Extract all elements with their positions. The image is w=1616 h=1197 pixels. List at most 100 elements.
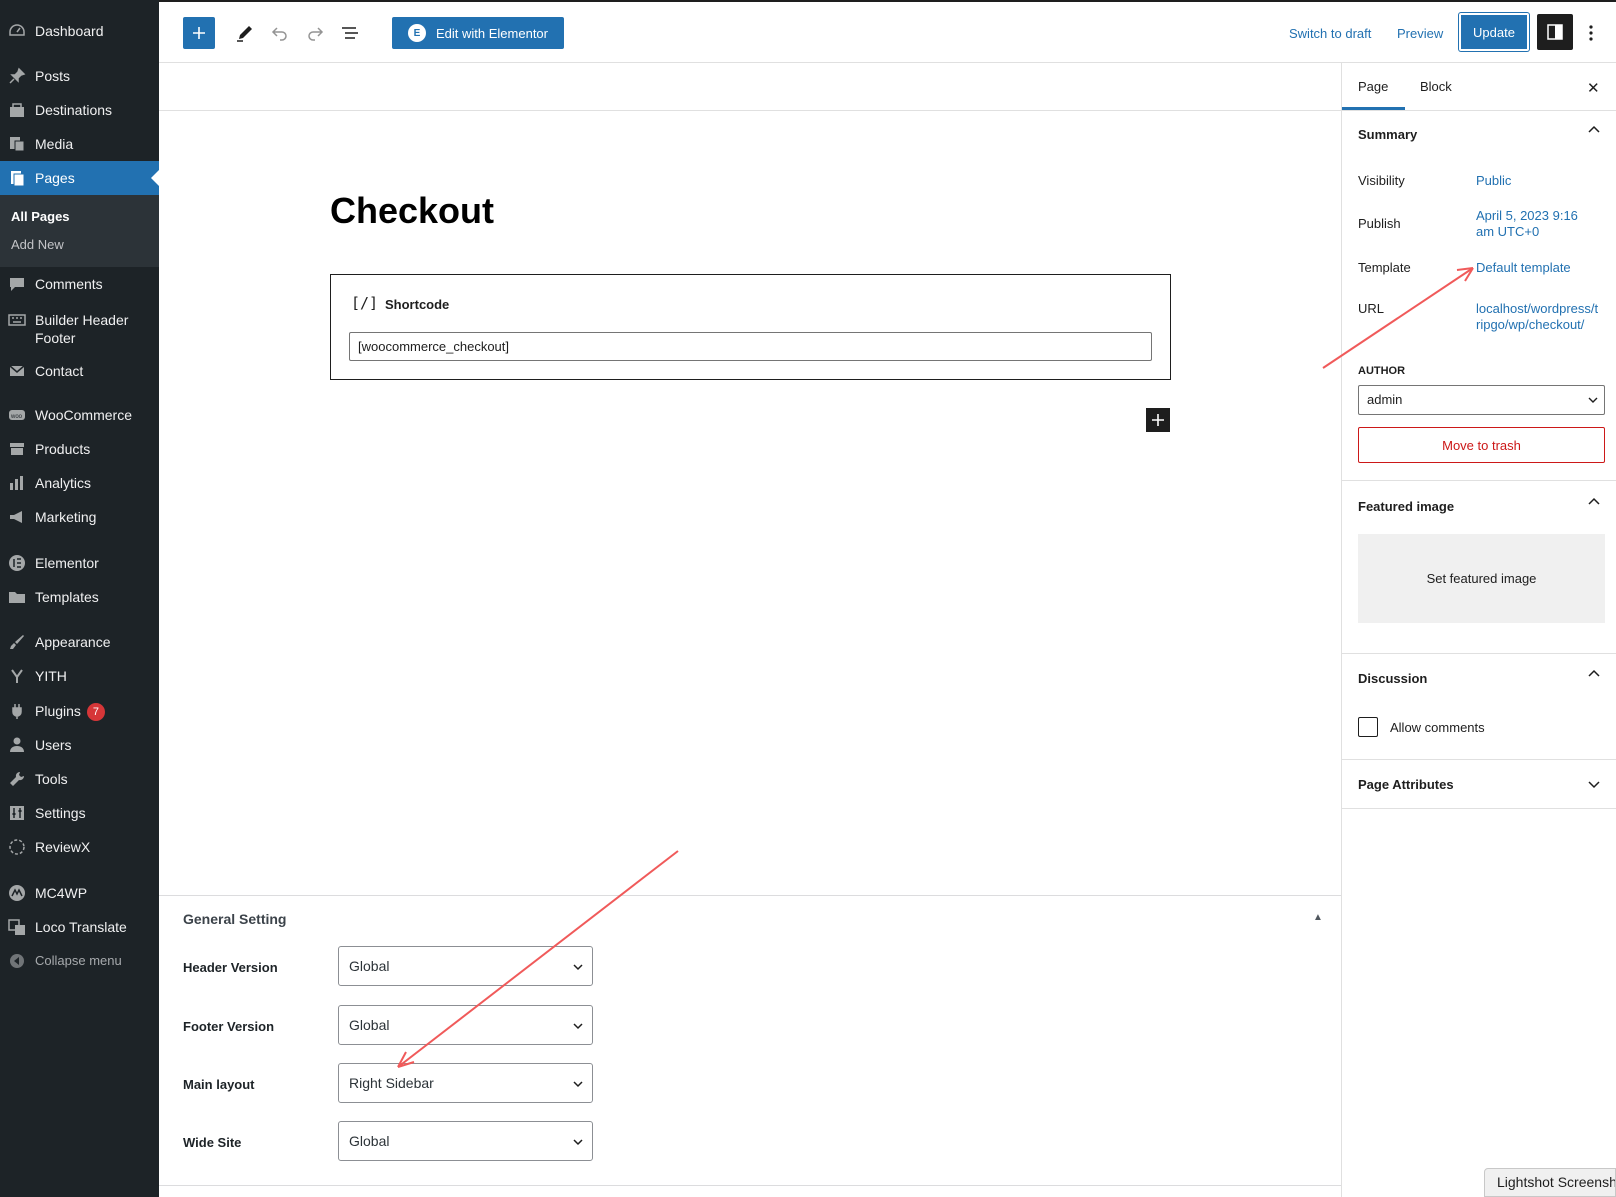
menu-builder-header-footer[interactable]: Builder Header Footer: [0, 305, 159, 351]
menu-settings[interactable]: Settings: [0, 796, 159, 830]
menu-analytics[interactable]: Analytics: [0, 466, 159, 500]
chevron-up-icon[interactable]: [1587, 495, 1601, 509]
menu-label: Products: [35, 441, 91, 457]
menu-label: Settings: [35, 805, 86, 821]
undo-button[interactable]: [264, 17, 296, 49]
wide-site-label: Wide Site: [183, 1135, 242, 1150]
submenu-add-new[interactable]: Add New: [11, 237, 64, 252]
page-attributes-heading[interactable]: Page Attributes: [1358, 777, 1454, 792]
collapse-triangle-icon[interactable]: ▲: [1313, 912, 1323, 923]
wide-site-select[interactable]: Global: [338, 1121, 593, 1161]
redo-button[interactable]: [299, 17, 331, 49]
translate-icon: [8, 918, 26, 936]
lightshot-overlay-tab[interactable]: Lightshot Screenshot: [1484, 1168, 1616, 1197]
chevron-down-icon: [573, 1023, 583, 1030]
plus-icon: [1152, 414, 1164, 426]
plugins-label: Plugins: [35, 702, 81, 719]
menu-pages[interactable]: Pages: [0, 161, 159, 195]
main-layout-select[interactable]: Right Sidebar: [338, 1063, 593, 1103]
allow-comments-label: Allow comments: [1390, 720, 1485, 735]
reviewx-icon: [8, 838, 26, 856]
menu-label: Plugins 7: [35, 702, 105, 721]
allow-comments-checkbox[interactable]: [1358, 717, 1378, 737]
menu-products[interactable]: Products: [0, 432, 159, 466]
summary-heading[interactable]: Summary: [1358, 127, 1417, 142]
menu-label: Templates: [35, 589, 99, 605]
footer-version-label: Footer Version: [183, 1019, 275, 1034]
close-icon[interactable]: ✕: [1587, 79, 1600, 97]
menu-label: Destinations: [35, 102, 113, 118]
shortcode-block-label: Shortcode: [385, 297, 450, 312]
active-indicator: [151, 170, 159, 186]
pages-submenu: All Pages Add New: [0, 195, 159, 267]
menu-destinations[interactable]: Destinations: [0, 93, 159, 127]
chevron-up-icon[interactable]: [1587, 123, 1601, 137]
add-block-button[interactable]: [1146, 408, 1170, 432]
set-featured-image-button[interactable]: Set featured image: [1358, 534, 1605, 623]
edit-with-elementor-label: Edit with Elementor: [436, 25, 548, 41]
submenu-all-pages[interactable]: All Pages: [11, 209, 70, 224]
pages-icon: [8, 169, 26, 187]
menu-loco-translate[interactable]: Loco Translate: [0, 910, 159, 944]
settings-icon: [8, 804, 26, 822]
menu-tools[interactable]: Tools: [0, 762, 159, 796]
menu-dashboard[interactable]: Dashboard: [0, 14, 159, 48]
author-value: admin: [1367, 392, 1403, 407]
shortcode-input[interactable]: [woocommerce_checkout]: [349, 332, 1152, 361]
tools-button[interactable]: [229, 17, 261, 49]
url-value[interactable]: localhost/wordpress/tripgo/wp/checkout/: [1476, 301, 1600, 333]
menu-users[interactable]: Users: [0, 728, 159, 762]
template-label: Template: [1358, 260, 1411, 275]
edit-with-elementor-button[interactable]: E Edit with Elementor: [392, 17, 564, 49]
preview-button[interactable]: Preview: [1397, 26, 1443, 41]
featured-image-heading[interactable]: Featured image: [1358, 499, 1454, 514]
page-title[interactable]: Checkout: [330, 190, 494, 232]
publish-date-value[interactable]: April 5, 2023 9:16 am UTC+0: [1476, 208, 1586, 240]
shortcode-block[interactable]: [/] Shortcode [woocommerce_checkout]: [330, 274, 1171, 380]
menu-elementor[interactable]: Elementor: [0, 546, 159, 580]
update-button[interactable]: Update: [1459, 13, 1529, 51]
switch-to-draft-button[interactable]: Switch to draft: [1289, 26, 1371, 41]
author-label: AUTHOR: [1358, 365, 1406, 377]
tab-page[interactable]: Page: [1358, 79, 1388, 94]
chevron-up-icon[interactable]: [1587, 667, 1601, 681]
collapse-menu-button[interactable]: Collapse menu: [0, 944, 159, 978]
destinations-icon: [8, 101, 26, 119]
tab-block[interactable]: Block: [1420, 79, 1452, 94]
block-inserter-button[interactable]: [183, 17, 215, 49]
menu-media[interactable]: Media: [0, 127, 159, 161]
menu-contact[interactable]: Contact: [0, 354, 159, 388]
menu-woocommerce[interactable]: woo WooCommerce: [0, 398, 159, 432]
discussion-heading[interactable]: Discussion: [1358, 671, 1427, 686]
author-select[interactable]: admin: [1358, 385, 1605, 415]
menu-posts[interactable]: Posts: [0, 59, 159, 93]
menu-plugins[interactable]: Plugins 7: [0, 694, 159, 728]
menu-marketing[interactable]: Marketing: [0, 500, 159, 534]
collapse-icon: [8, 952, 26, 970]
chevron-down-icon[interactable]: [1587, 777, 1601, 791]
document-overview-button[interactable]: [334, 17, 366, 49]
main-layout-value: Right Sidebar: [349, 1075, 434, 1091]
menu-mc4wp[interactable]: MC4WP: [0, 876, 159, 910]
menu-yith[interactable]: YITH: [0, 659, 159, 693]
more-vertical-icon: [1589, 25, 1593, 41]
attributes-divider: [1342, 808, 1616, 809]
menu-reviewx[interactable]: ReviewX: [0, 830, 159, 864]
elementor-icon: E: [408, 24, 426, 42]
visibility-label: Visibility: [1358, 173, 1405, 188]
menu-label: Loco Translate: [35, 919, 127, 935]
media-icon: [8, 135, 26, 153]
header-version-select[interactable]: Global: [338, 946, 593, 986]
settings-sidebar-toggle[interactable]: [1537, 14, 1573, 50]
menu-label: YITH: [35, 668, 67, 684]
options-menu-button[interactable]: [1579, 17, 1603, 49]
mc4wp-icon: [8, 884, 26, 902]
move-to-trash-button[interactable]: Move to trash: [1358, 427, 1605, 463]
main-layout-label: Main layout: [183, 1077, 255, 1092]
menu-templates[interactable]: Templates: [0, 580, 159, 614]
menu-comments[interactable]: Comments: [0, 267, 159, 301]
footer-version-select[interactable]: Global: [338, 1005, 593, 1045]
visibility-value[interactable]: Public: [1476, 173, 1606, 189]
menu-appearance[interactable]: Appearance: [0, 625, 159, 659]
template-value[interactable]: Default template: [1476, 260, 1606, 276]
